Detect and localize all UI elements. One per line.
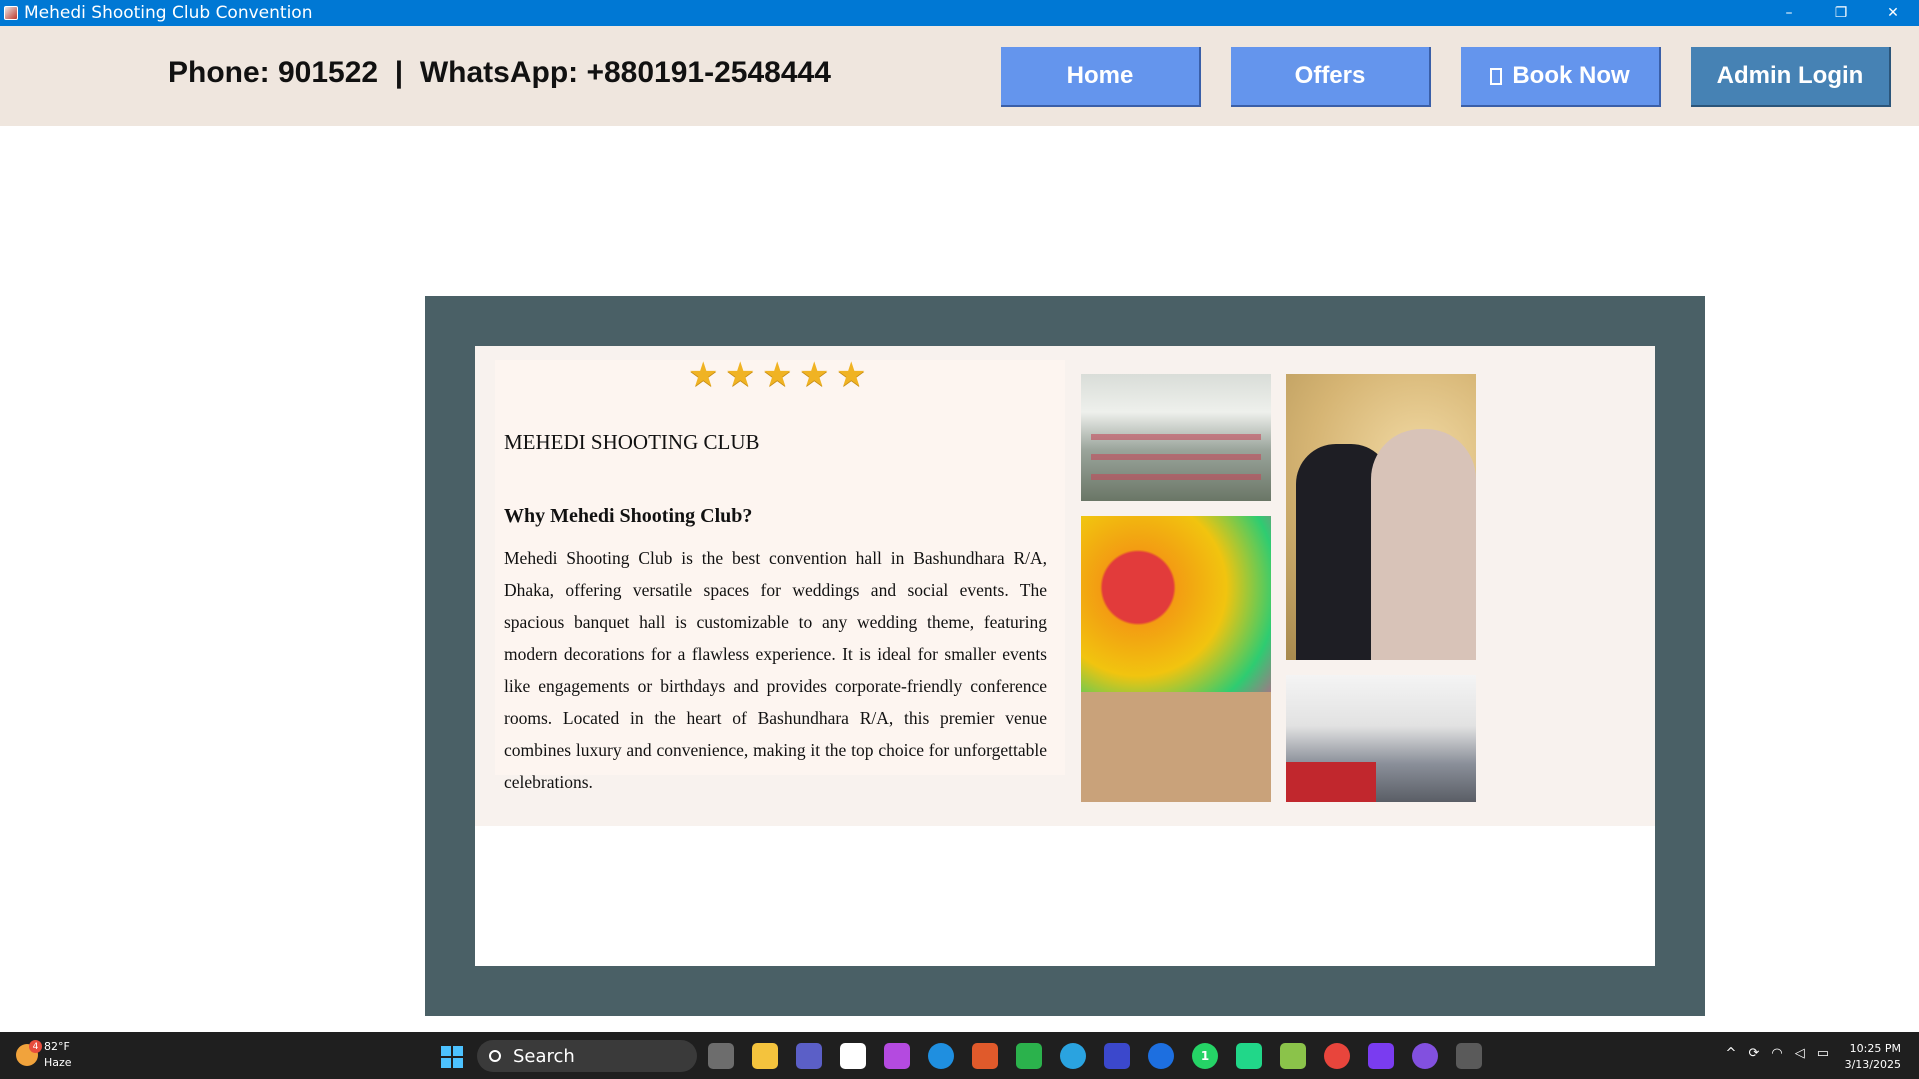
weather-widget[interactable]: 4 82°F Haze — [16, 1039, 72, 1071]
star-icon: ★ — [799, 355, 830, 395]
minimize-button[interactable]: – — [1763, 0, 1815, 26]
missing-glyph-icon — [1490, 67, 1503, 85]
github-desktop-icon[interactable] — [1412, 1043, 1438, 1069]
window-controls: – ❐ ✕ — [1763, 0, 1919, 26]
task-view-icon[interactable] — [708, 1043, 734, 1069]
wedding-couple-photo — [1286, 374, 1476, 660]
search-icon — [489, 1050, 501, 1062]
java-app-icon — [4, 6, 18, 20]
restore-button[interactable]: ❐ — [1815, 0, 1867, 26]
window-title: Mehedi Shooting Club Convention — [24, 3, 313, 23]
star-icon: ★ — [836, 355, 867, 395]
weather-temp: 82°F — [44, 1040, 70, 1053]
home-button-label: Home — [1066, 62, 1134, 89]
file-explorer-icon[interactable] — [752, 1043, 778, 1069]
book-now-button-label: Book Now — [1512, 62, 1630, 89]
wifi-icon[interactable]: ◠ — [1771, 1046, 1782, 1061]
window-titlebar: Mehedi Shooting Club Convention – ❐ ✕ — [0, 0, 1919, 26]
java-app-taskbar-icon[interactable] — [1456, 1043, 1482, 1069]
banquet-hall-photo — [1081, 374, 1271, 501]
edge-icon[interactable] — [928, 1043, 954, 1069]
pycharm-icon[interactable] — [1236, 1043, 1262, 1069]
teams-icon[interactable] — [796, 1043, 822, 1069]
play-icon[interactable] — [1016, 1043, 1042, 1069]
office-icon[interactable] — [972, 1043, 998, 1069]
home-button[interactable]: Home — [1001, 47, 1201, 107]
rating-stars: ★ ★ ★ ★ ★ — [688, 355, 867, 395]
whatsapp-badge: 1 — [1200, 1049, 1210, 1063]
about-text-block: ★ ★ ★ ★ ★ MEHEDI SHOOTING CLUB Why Mehed… — [495, 355, 1065, 792]
notepad-icon[interactable] — [1280, 1043, 1306, 1069]
start-button[interactable] — [441, 1046, 463, 1068]
notification-badge: 4 — [29, 1040, 42, 1053]
content-panel: ★ ★ ★ ★ ★ MEHEDI SHOOTING CLUB Why Mehed… — [475, 346, 1655, 966]
volume-icon[interactable]: ◁ — [1795, 1046, 1805, 1061]
intellij-icon[interactable] — [1368, 1043, 1394, 1069]
content-frame: ★ ★ ★ ★ ★ MEHEDI SHOOTING CLUB Why Mehed… — [425, 296, 1705, 1016]
clock-date: 3/13/2025 — [1844, 1058, 1901, 1071]
copilot-icon[interactable] — [884, 1043, 910, 1069]
taskbar-clock[interactable]: 10:25 PM 3/13/2025 — [1845, 1041, 1901, 1073]
system-tray: ^ ⟳ ◠ ◁ ▭ — [1726, 1046, 1829, 1061]
offers-button-label: Offers — [1294, 62, 1366, 89]
chrome-icon[interactable] — [1324, 1043, 1350, 1069]
weather-icon: 4 — [16, 1040, 42, 1066]
offers-button[interactable]: Offers — [1231, 47, 1431, 107]
taskbar-apps: 1 — [708, 1043, 1482, 1069]
messenger-icon[interactable] — [1148, 1043, 1174, 1069]
store-icon[interactable] — [840, 1043, 866, 1069]
close-button[interactable]: ✕ — [1867, 0, 1919, 26]
search-label: Search — [513, 1045, 575, 1067]
taskbar-search[interactable]: Search — [477, 1040, 697, 1072]
windows-taskbar: 4 82°F Haze Search 1 ^ ⟳ ◠ ◁ ▭ 10:25 PM … — [0, 1032, 1919, 1079]
star-icon: ★ — [762, 355, 793, 395]
chevron-up-icon[interactable]: ^ — [1726, 1046, 1737, 1061]
vscode-icon[interactable] — [1104, 1043, 1130, 1069]
seminar-hall-photo — [1286, 675, 1476, 802]
weather-condition: Haze — [44, 1056, 72, 1069]
book-now-button[interactable]: Book Now — [1461, 47, 1661, 107]
about-description: Mehedi Shooting Club is the best convent… — [504, 548, 1047, 792]
about-card: ★ ★ ★ ★ ★ MEHEDI SHOOTING CLUB Why Mehed… — [475, 346, 1655, 826]
admin-login-button[interactable]: Admin Login — [1691, 47, 1891, 107]
holud-couple-photo — [1081, 516, 1271, 802]
sync-icon[interactable]: ⟳ — [1748, 1046, 1759, 1061]
why-heading: Why Mehedi Shooting Club? — [504, 505, 753, 527]
battery-icon[interactable]: ▭ — [1817, 1046, 1829, 1061]
clock-time: 10:25 PM — [1849, 1042, 1901, 1055]
star-icon: ★ — [725, 355, 756, 395]
top-header: Phone: 901522 | WhatsApp: +880191-254844… — [0, 26, 1919, 126]
admin-login-button-label: Admin Login — [1716, 62, 1864, 89]
club-name-heading: MEHEDI SHOOTING CLUB — [504, 430, 760, 454]
whatsapp-icon[interactable]: 1 — [1192, 1043, 1218, 1069]
telegram-icon[interactable] — [1060, 1043, 1086, 1069]
star-icon: ★ — [688, 355, 719, 395]
contact-info: Phone: 901522 | WhatsApp: +880191-254844… — [168, 56, 831, 89]
